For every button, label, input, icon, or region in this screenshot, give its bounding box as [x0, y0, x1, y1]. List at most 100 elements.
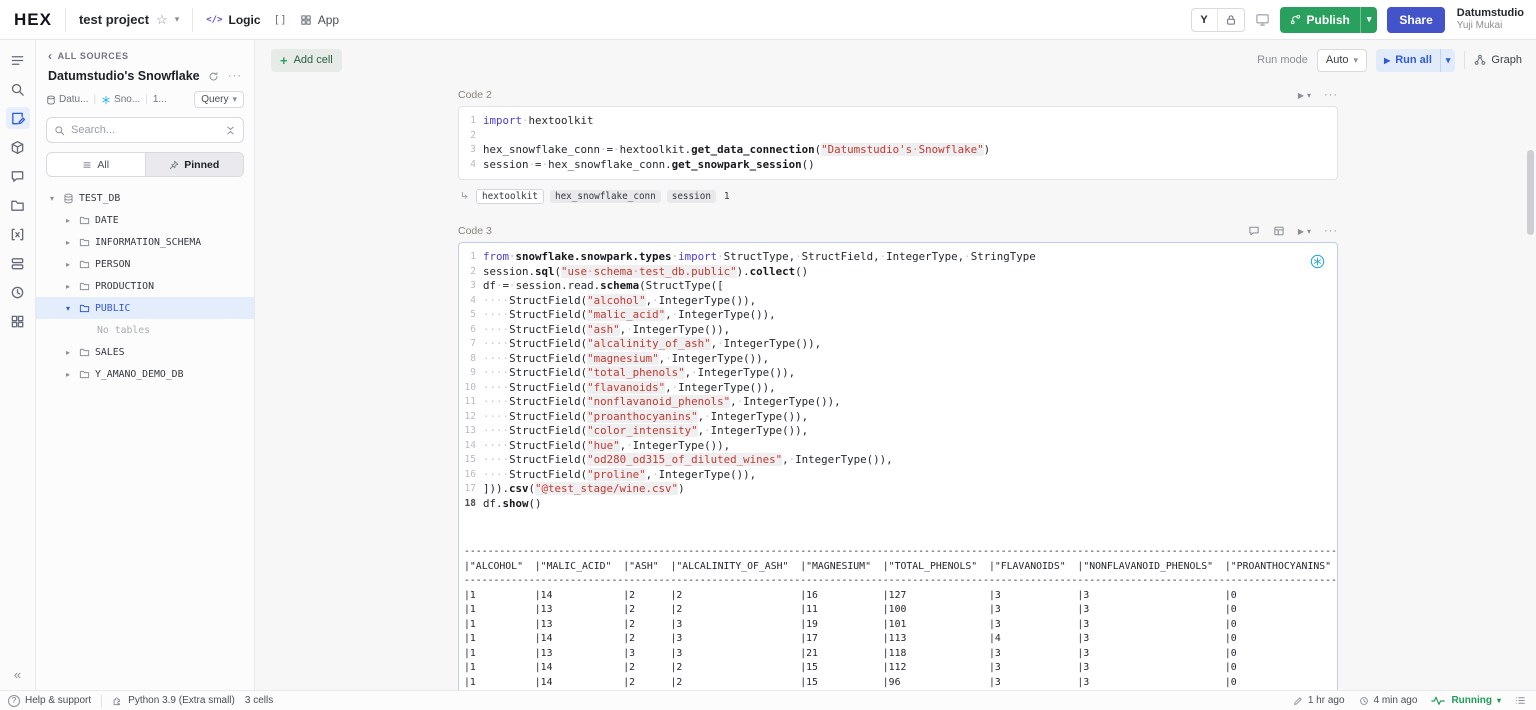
code-line[interactable]: 2session.sql("use·schema·test_db.public"… — [459, 265, 1337, 280]
code-cell-3[interactable]: 1from·snowflake.snowpark.types·import·St… — [458, 242, 1338, 690]
chevron-down-icon[interactable]: ▾ — [66, 304, 74, 313]
tree-item-date[interactable]: ▸DATE — [36, 209, 254, 231]
output-variable-badge[interactable]: session — [667, 190, 716, 203]
tree-item-sales[interactable]: ▸SALES — [36, 341, 254, 363]
chevron-right-icon[interactable]: ▸ — [66, 282, 74, 291]
more-options-icon[interactable]: ··· — [228, 70, 242, 82]
output-variable-badge[interactable]: hex_snowflake_conn — [550, 190, 661, 203]
tree-item-public[interactable]: ▾PUBLIC — [36, 297, 254, 319]
code-line[interactable]: 3df·=·session.read.schema(StructType([ — [459, 279, 1337, 294]
output-variable-badge[interactable]: hextoolkit — [476, 189, 544, 204]
output-count[interactable]: 1 — [724, 191, 730, 202]
integrations-icon[interactable] — [6, 310, 30, 332]
code-cell-2[interactable]: 1import·hextoolkit2 3hex_snowflake_conn·… — [458, 106, 1338, 180]
notebook-outline-toggle[interactable]: [] — [274, 13, 287, 26]
screen-monitor-icon[interactable] — [1255, 12, 1270, 27]
code-line[interactable]: 3hex_snowflake_conn·=·hextoolkit.get_dat… — [459, 143, 1337, 158]
files-icon[interactable] — [6, 194, 30, 216]
logs-icon[interactable] — [1515, 695, 1526, 706]
chevron-right-icon[interactable]: ▸ — [66, 370, 74, 379]
tab-app[interactable]: App — [300, 13, 339, 27]
code-line[interactable]: 1import·hextoolkit — [459, 114, 1337, 129]
graph-view-button[interactable]: Graph — [1474, 54, 1522, 66]
run-all-button[interactable]: ▶ Run all ▾ — [1376, 49, 1455, 72]
tab-pinned[interactable]: Pinned — [145, 153, 244, 176]
collapse-all-icon[interactable] — [225, 125, 236, 136]
user-info[interactable]: Datumstudio Yuji Mukai — [1457, 7, 1524, 31]
layouts-icon[interactable] — [6, 252, 30, 274]
tab-logic[interactable]: </> Logic — [206, 13, 260, 27]
hex-logo[interactable]: HEX — [14, 10, 52, 30]
add-cell-button[interactable]: + Add cell — [271, 49, 342, 72]
table-display-icon[interactable] — [1273, 225, 1285, 237]
cell-count[interactable]: 3 cells — [245, 695, 273, 706]
code-line[interactable]: 2 — [459, 129, 1337, 144]
code-line[interactable]: 16····StructField("proline",·IntegerType… — [459, 468, 1337, 483]
connection-crumb-count[interactable]: 1... — [153, 94, 167, 105]
kernel-status[interactable]: Running ▾ — [1431, 695, 1501, 706]
code-line[interactable]: 17])).csv("@test_stage/wine.csv") — [459, 482, 1337, 497]
cell-menu-icon[interactable]: ··· — [1324, 89, 1338, 101]
run-all-chevron-icon[interactable]: ▾ — [1441, 55, 1456, 66]
search-input[interactable] — [71, 124, 219, 136]
cell-menu-icon[interactable]: ··· — [1324, 225, 1338, 237]
code-line[interactable]: 8····StructField("magnesium",·IntegerTyp… — [459, 352, 1337, 367]
run-mode-select[interactable]: Auto ▾ — [1317, 49, 1367, 72]
code-line[interactable]: 7····StructField("alcalinity_of_ash",·In… — [459, 337, 1337, 352]
publish-chevron-icon[interactable]: ▾ — [1361, 14, 1378, 25]
code-line[interactable]: 13····StructField("color_intensity",·Int… — [459, 424, 1337, 439]
comment-icon[interactable] — [1248, 225, 1260, 237]
tab-all[interactable]: All — [47, 153, 145, 176]
code-line[interactable]: 4session·=·hex_snowflake_conn.get_snowpa… — [459, 158, 1337, 173]
lock-icon[interactable] — [1218, 9, 1244, 31]
comments-icon[interactable] — [6, 165, 30, 187]
code-editor[interactable]: 1import·hextoolkit2 3hex_snowflake_conn·… — [459, 107, 1337, 179]
history-icon[interactable] — [6, 281, 30, 303]
tree-item-y_amano_demo_db[interactable]: ▸Y_AMANO_DEMO_DB — [36, 363, 254, 385]
publish-button[interactable]: Publish ▾ — [1280, 7, 1378, 33]
run-cell-button[interactable]: ▶▾ — [1298, 91, 1311, 100]
help-support-button[interactable]: ? Help & support — [8, 695, 91, 707]
project-menu[interactable]: test project ☆ ▾ — [79, 12, 179, 28]
tree-item-production[interactable]: ▸PRODUCTION — [36, 275, 254, 297]
code-editor[interactable]: 1from·snowflake.snowpark.types·import·St… — [459, 243, 1337, 518]
run-cell-button[interactable]: ▶▾ — [1298, 227, 1311, 236]
chevron-right-icon[interactable]: ▸ — [66, 216, 74, 225]
refresh-icon[interactable] — [208, 71, 219, 82]
tree-item-person[interactable]: ▸PERSON — [36, 253, 254, 275]
connection-crumb-warehouse[interactable]: Sno... — [101, 94, 140, 105]
data-sources-icon[interactable] — [6, 107, 30, 129]
search-icon[interactable] — [6, 78, 30, 100]
tree-item-information_schema[interactable]: ▸INFORMATION_SCHEMA — [36, 231, 254, 253]
code-line[interactable]: 5····StructField("malic_acid",·IntegerTy… — [459, 308, 1337, 323]
tree-item-database[interactable]: ▾TEST_DB — [36, 187, 254, 209]
code-line[interactable]: 1from·snowflake.snowpark.types·import·St… — [459, 250, 1337, 265]
code-line[interactable]: 6····StructField("ash",·IntegerType()), — [459, 323, 1337, 338]
code-line[interactable]: 4····StructField("alcohol",·IntegerType(… — [459, 294, 1337, 309]
presence-avatar[interactable]: Y — [1192, 9, 1218, 31]
chevron-right-icon[interactable]: ▸ — [66, 238, 74, 247]
code-line[interactable]: 11····StructField("nonflavanoid_phenols"… — [459, 395, 1337, 410]
code-line[interactable]: 15····StructField("od280_od315_of_dilute… — [459, 453, 1337, 468]
outline-icon[interactable] — [6, 49, 30, 71]
last-edited[interactable]: 1 hr ago — [1293, 695, 1345, 706]
favorite-star-icon[interactable]: ☆ — [156, 12, 168, 28]
cell-title[interactable]: Code 2 — [458, 89, 492, 101]
connection-crumb-database[interactable]: Datu... — [46, 94, 88, 105]
query-type-select[interactable]: Query ▾ — [194, 91, 244, 108]
code-line[interactable]: 10····StructField("flavanoids",·IntegerT… — [459, 381, 1337, 396]
last-run[interactable]: 4 min ago — [1359, 695, 1418, 706]
search-box[interactable] — [46, 117, 244, 143]
vertical-scrollbar[interactable] — [1527, 150, 1534, 235]
share-button[interactable]: Share — [1387, 7, 1444, 33]
collapse-sidebar-icon[interactable]: « — [14, 667, 21, 682]
code-line[interactable]: 14····StructField("hue",·IntegerType()), — [459, 439, 1337, 454]
chevron-down-icon[interactable]: ▾ — [50, 194, 58, 203]
cell-title[interactable]: Code 3 — [458, 225, 492, 237]
packages-icon[interactable] — [6, 136, 30, 158]
code-line[interactable]: 12····StructField("proanthocyanins",·Int… — [459, 410, 1337, 425]
kernel-selector[interactable]: Python 3.9 (Extra small) — [112, 695, 235, 706]
code-line[interactable]: 18df.show() — [459, 497, 1337, 512]
all-sources-back-button[interactable]: ‹ ALL SOURCES — [36, 40, 254, 66]
variables-icon[interactable] — [6, 223, 30, 245]
